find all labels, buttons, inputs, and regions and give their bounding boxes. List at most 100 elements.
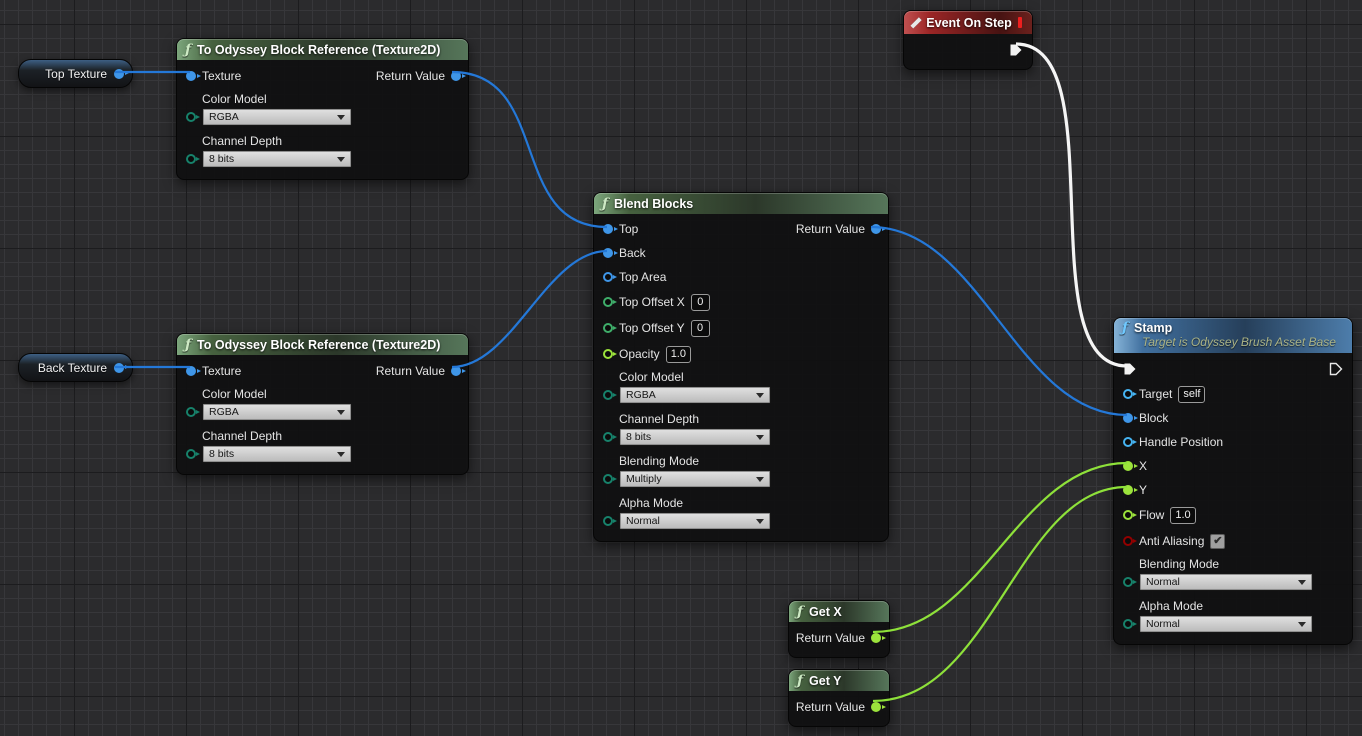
top-offset-y-input-pin[interactable] (603, 323, 613, 333)
alpha-mode-dropdown[interactable]: Normal (1139, 615, 1313, 633)
function-icon: ƒ (185, 43, 191, 57)
blend-blocks-node[interactable]: ƒ Blend Blocks Top Return Value Back (593, 192, 889, 542)
blueprint-graph-canvas[interactable]: Top Texture Back Texture ƒ To Odyssey Bl… (0, 0, 1362, 736)
exec-output-pin[interactable] (1329, 362, 1343, 376)
block-input-pin[interactable] (1123, 413, 1133, 423)
function-icon: ƒ (1122, 321, 1128, 335)
alpha-mode-dropdown[interactable]: Normal (619, 512, 771, 530)
exec-output-pin[interactable] (1009, 43, 1023, 57)
opacity-input-pin[interactable] (603, 349, 613, 359)
node-header[interactable]: ƒ To Odyssey Block Reference (Texture2D) (177, 39, 468, 60)
color-model-input-pin[interactable] (186, 112, 196, 122)
color-model-input-pin[interactable] (603, 390, 613, 400)
node-title: Get Y (809, 674, 841, 688)
pin-label: Blending Mode (619, 454, 771, 468)
dropdown-value: 8 bits (209, 153, 234, 165)
channel-depth-dropdown[interactable]: 8 bits (619, 428, 771, 446)
texture-input-pin[interactable] (186, 366, 196, 376)
delegate-output-pin[interactable] (1018, 17, 1022, 28)
exec-input-pin[interactable] (1123, 362, 1137, 376)
pin-label: Alpha Mode (619, 496, 771, 510)
texture-input-pin[interactable] (186, 71, 196, 81)
pin-label: Target (1139, 387, 1172, 401)
channel-depth-input-pin[interactable] (186, 154, 196, 164)
top-texture-variable-node[interactable]: Top Texture (18, 59, 133, 88)
anti-aliasing-input-pin[interactable] (1123, 536, 1133, 546)
back-texture-variable-node[interactable]: Back Texture (18, 353, 133, 382)
pin-label: Return Value (796, 700, 865, 714)
return-value-output-pin[interactable] (871, 702, 881, 712)
target-input-pin[interactable] (1123, 389, 1133, 399)
get-y-node[interactable]: ƒ Get Y Return Value (788, 669, 890, 727)
back-input-pin[interactable] (603, 248, 613, 258)
function-icon: ƒ (602, 197, 608, 211)
color-model-dropdown[interactable]: RGBA (202, 403, 352, 421)
target-value-field[interactable]: self (1178, 386, 1205, 403)
dropdown-value: 8 bits (209, 448, 234, 460)
pin-label: Anti Aliasing (1139, 534, 1204, 548)
pin-label: Y (1139, 483, 1147, 497)
node-header[interactable]: ƒ To Odyssey Block Reference (Texture2D) (177, 334, 468, 355)
blending-mode-input-pin[interactable] (603, 474, 613, 484)
to-odyssey-block-reference-top-node[interactable]: ƒ To Odyssey Block Reference (Texture2D)… (176, 38, 469, 180)
node-header[interactable]: ƒ Stamp Target is Odyssey Brush Asset Ba… (1114, 318, 1352, 353)
pin-label: Top (619, 222, 638, 236)
opacity-value-field[interactable]: 1.0 (666, 346, 691, 363)
get-x-node[interactable]: ƒ Get X Return Value (788, 600, 890, 658)
dropdown-caret-icon (756, 519, 764, 524)
dropdown-caret-icon (756, 435, 764, 440)
channel-depth-dropdown[interactable]: 8 bits (202, 150, 352, 168)
dropdown-caret-icon (1298, 622, 1306, 627)
pin-label: Top Offset Y (619, 321, 685, 335)
y-input-pin[interactable] (1123, 485, 1133, 495)
top-input-pin[interactable] (603, 224, 613, 234)
return-value-output-pin[interactable] (451, 366, 461, 376)
blending-mode-dropdown[interactable]: Normal (1139, 573, 1313, 591)
color-model-dropdown[interactable]: RGBA (202, 108, 352, 126)
pin-label: Return Value (376, 69, 445, 83)
dropdown-caret-icon (1298, 580, 1306, 585)
node-header[interactable]: ƒ Blend Blocks (594, 193, 888, 214)
flow-value-field[interactable]: 1.0 (1170, 507, 1195, 524)
wire-blend-to-stamp-block (871, 227, 1127, 415)
return-value-output-pin[interactable] (871, 224, 881, 234)
top-offset-x-input-pin[interactable] (603, 297, 613, 307)
pin-label: Back (619, 246, 646, 260)
pin-label: X (1139, 459, 1147, 473)
x-input-pin[interactable] (1123, 461, 1133, 471)
pin-label: Channel Depth (202, 134, 352, 148)
top-texture-output-pin[interactable] (114, 69, 124, 79)
node-header[interactable]: Event On Step (904, 11, 1032, 34)
channel-depth-dropdown[interactable]: 8 bits (202, 445, 352, 463)
return-value-output-pin[interactable] (871, 633, 881, 643)
anti-aliasing-checkbox[interactable]: ✔ (1210, 534, 1225, 549)
flow-input-pin[interactable] (1123, 510, 1133, 520)
to-odyssey-block-reference-back-node[interactable]: ƒ To Odyssey Block Reference (Texture2D)… (176, 333, 469, 475)
back-texture-output-pin[interactable] (114, 363, 124, 373)
top-offset-y-value-field[interactable]: 0 (691, 320, 710, 337)
function-icon: ƒ (797, 605, 803, 619)
stamp-node[interactable]: ƒ Stamp Target is Odyssey Brush Asset Ba… (1113, 317, 1353, 645)
event-icon (910, 17, 922, 29)
alpha-mode-input-pin[interactable] (1123, 619, 1133, 629)
node-header[interactable]: ƒ Get Y (789, 670, 889, 691)
top-area-input-pin[interactable] (603, 272, 613, 282)
channel-depth-input-pin[interactable] (603, 432, 613, 442)
return-value-output-pin[interactable] (451, 71, 461, 81)
wire-gety-to-stamp-y (873, 487, 1127, 701)
alpha-mode-input-pin[interactable] (603, 516, 613, 526)
node-title: To Odyssey Block Reference (Texture2D) (197, 43, 440, 57)
node-header[interactable]: ƒ Get X (789, 601, 889, 622)
blending-mode-input-pin[interactable] (1123, 577, 1133, 587)
pin-label: Return Value (796, 222, 865, 236)
color-model-dropdown[interactable]: RGBA (619, 386, 771, 404)
variable-label: Back Texture (38, 361, 107, 375)
event-on-step-node[interactable]: Event On Step (903, 10, 1033, 70)
pin-label: Texture (202, 364, 241, 378)
pin-label: Flow (1139, 508, 1164, 522)
channel-depth-input-pin[interactable] (186, 449, 196, 459)
handle-position-input-pin[interactable] (1123, 437, 1133, 447)
top-offset-x-value-field[interactable]: 0 (691, 294, 710, 311)
blending-mode-dropdown[interactable]: Multiply (619, 470, 771, 488)
color-model-input-pin[interactable] (186, 407, 196, 417)
